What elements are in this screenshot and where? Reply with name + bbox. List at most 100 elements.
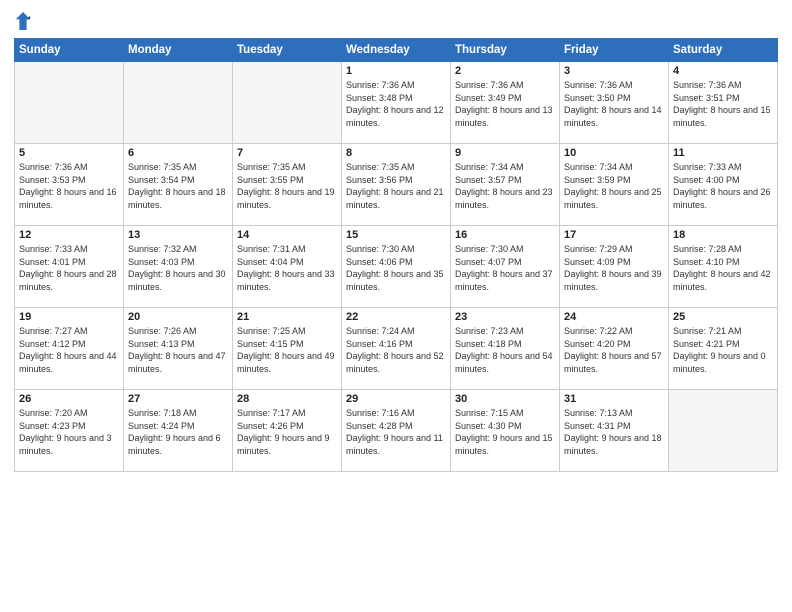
day-info: Sunrise: 7:30 AM Sunset: 4:06 PM Dayligh… <box>346 243 446 293</box>
day-info: Sunrise: 7:15 AM Sunset: 4:30 PM Dayligh… <box>455 407 555 457</box>
day-info: Sunrise: 7:28 AM Sunset: 4:10 PM Dayligh… <box>673 243 773 293</box>
day-number: 31 <box>564 393 664 405</box>
day-number: 29 <box>346 393 446 405</box>
calendar-header-row: SundayMondayTuesdayWednesdayThursdayFrid… <box>15 39 778 62</box>
calendar-day-cell: 28Sunrise: 7:17 AM Sunset: 4:26 PM Dayli… <box>233 390 342 472</box>
day-number: 20 <box>128 311 228 323</box>
day-number: 12 <box>19 229 119 241</box>
day-number: 14 <box>237 229 337 241</box>
day-number: 19 <box>19 311 119 323</box>
day-info: Sunrise: 7:34 AM Sunset: 3:59 PM Dayligh… <box>564 161 664 211</box>
calendar-header-day: Friday <box>560 39 669 62</box>
calendar-day-cell: 29 Sunrise: 7:16 AM Sunset: 4:28 PM Dayli… <box>342 390 451 472</box>
logo-icon <box>14 10 32 32</box>
calendar-header-day: Saturday <box>669 39 778 62</box>
day-number: 24 <box>564 311 664 323</box>
day-number: 2 <box>455 65 555 77</box>
day-info: Sunrise: 7:36 AM Sunset: 3:51 PM Dayligh… <box>673 79 773 129</box>
day-info: Sunrise: 7:21 AM Sunset: 4:21 PM Dayligh… <box>673 325 773 375</box>
calendar-day-cell: 6 Sunrise: 7:35 AM Sunset: 3:54 PM Daylig… <box>124 144 233 226</box>
calendar-week-row: 1 Sunrise: 7:36 AM Sunset: 3:48 PM Daylig… <box>15 62 778 144</box>
calendar-day-cell: 5Sunrise: 7:36 AM Sunset: 3:53 PM Daylig… <box>15 144 124 226</box>
calendar-day-cell: 20 Sunrise: 7:26 AM Sunset: 4:13 PM Dayli… <box>124 308 233 390</box>
day-info: Sunrise: 7:30 AM Sunset: 4:07 PM Dayligh… <box>455 243 555 293</box>
day-info: Sunrise: 7:33 AM Sunset: 4:01 PM Dayligh… <box>19 243 119 293</box>
day-number: 17 <box>564 229 664 241</box>
calendar-header-day: Monday <box>124 39 233 62</box>
page: SundayMondayTuesdayWednesdayThursdayFrid… <box>0 0 792 612</box>
calendar-day-cell: 14 Sunrise: 7:31 AM Sunset: 4:04 PM Dayli… <box>233 226 342 308</box>
calendar-day-cell: 23 Sunrise: 7:23 AM Sunset: 4:18 PM Dayli… <box>451 308 560 390</box>
calendar-week-row: 12 Sunrise: 7:33 AM Sunset: 4:01 PM Dayli… <box>15 226 778 308</box>
day-info: Sunrise: 7:16 AM Sunset: 4:28 PM Dayligh… <box>346 407 446 457</box>
calendar-day-cell: 19 Sunrise: 7:27 AM Sunset: 4:12 PM Dayli… <box>15 308 124 390</box>
calendar-day-cell: 18 Sunrise: 7:28 AM Sunset: 4:10 PM Dayli… <box>669 226 778 308</box>
header <box>14 10 778 32</box>
calendar-day-cell: 3Sunrise: 7:36 AM Sunset: 3:50 PM Daylig… <box>560 62 669 144</box>
calendar-day-cell: 2 Sunrise: 7:36 AM Sunset: 3:49 PM Daylig… <box>451 62 560 144</box>
calendar-day-cell: 9Sunrise: 7:34 AM Sunset: 3:57 PM Daylig… <box>451 144 560 226</box>
calendar-day-cell: 26 Sunrise: 7:20 AM Sunset: 4:23 PM Dayli… <box>15 390 124 472</box>
day-info: Sunrise: 7:36 AM Sunset: 3:48 PM Dayligh… <box>346 79 446 129</box>
day-info: Sunrise: 7:22 AM Sunset: 4:20 PM Dayligh… <box>564 325 664 375</box>
calendar-day-cell: 30 Sunrise: 7:15 AM Sunset: 4:30 PM Dayli… <box>451 390 560 472</box>
logo <box>14 10 34 32</box>
calendar-day-cell: 8 Sunrise: 7:35 AM Sunset: 3:56 PM Daylig… <box>342 144 451 226</box>
calendar-header-day: Tuesday <box>233 39 342 62</box>
day-number: 22 <box>346 311 446 323</box>
day-number: 18 <box>673 229 773 241</box>
calendar-table: SundayMondayTuesdayWednesdayThursdayFrid… <box>14 38 778 472</box>
calendar-header-day: Sunday <box>15 39 124 62</box>
calendar-day-cell: 17Sunrise: 7:29 AM Sunset: 4:09 PM Dayli… <box>560 226 669 308</box>
calendar-header-day: Thursday <box>451 39 560 62</box>
calendar-day-cell: 15 Sunrise: 7:30 AM Sunset: 4:06 PM Dayli… <box>342 226 451 308</box>
calendar-day-cell <box>233 62 342 144</box>
day-number: 16 <box>455 229 555 241</box>
day-number: 6 <box>128 147 228 159</box>
day-number: 13 <box>128 229 228 241</box>
day-info: Sunrise: 7:23 AM Sunset: 4:18 PM Dayligh… <box>455 325 555 375</box>
day-info: Sunrise: 7:36 AM Sunset: 3:50 PM Dayligh… <box>564 79 664 129</box>
day-number: 7 <box>237 147 337 159</box>
day-info: Sunrise: 7:36 AM Sunset: 3:49 PM Dayligh… <box>455 79 555 129</box>
calendar-day-cell: 22Sunrise: 7:24 AM Sunset: 4:16 PM Dayli… <box>342 308 451 390</box>
calendar-day-cell: 31 Sunrise: 7:13 AM Sunset: 4:31 PM Dayli… <box>560 390 669 472</box>
day-number: 23 <box>455 311 555 323</box>
calendar-day-cell: 24 Sunrise: 7:22 AM Sunset: 4:20 PM Dayli… <box>560 308 669 390</box>
day-info: Sunrise: 7:31 AM Sunset: 4:04 PM Dayligh… <box>237 243 337 293</box>
calendar-week-row: 5Sunrise: 7:36 AM Sunset: 3:53 PM Daylig… <box>15 144 778 226</box>
calendar-day-cell: 27Sunrise: 7:18 AM Sunset: 4:24 PM Dayli… <box>124 390 233 472</box>
calendar-day-cell: 1 Sunrise: 7:36 AM Sunset: 3:48 PM Daylig… <box>342 62 451 144</box>
calendar-day-cell <box>669 390 778 472</box>
day-info: Sunrise: 7:13 AM Sunset: 4:31 PM Dayligh… <box>564 407 664 457</box>
day-number: 28 <box>237 393 337 405</box>
calendar-day-cell: 7 Sunrise: 7:35 AM Sunset: 3:55 PM Daylig… <box>233 144 342 226</box>
day-number: 30 <box>455 393 555 405</box>
day-info: Sunrise: 7:26 AM Sunset: 4:13 PM Dayligh… <box>128 325 228 375</box>
day-info: Sunrise: 7:33 AM Sunset: 4:00 PM Dayligh… <box>673 161 773 211</box>
day-number: 8 <box>346 147 446 159</box>
day-number: 11 <box>673 147 773 159</box>
day-info: Sunrise: 7:25 AM Sunset: 4:15 PM Dayligh… <box>237 325 337 375</box>
calendar-day-cell: 12 Sunrise: 7:33 AM Sunset: 4:01 PM Dayli… <box>15 226 124 308</box>
calendar-day-cell: 11 Sunrise: 7:33 AM Sunset: 4:00 PM Dayli… <box>669 144 778 226</box>
day-number: 9 <box>455 147 555 159</box>
day-info: Sunrise: 7:35 AM Sunset: 3:56 PM Dayligh… <box>346 161 446 211</box>
day-number: 26 <box>19 393 119 405</box>
day-info: Sunrise: 7:20 AM Sunset: 4:23 PM Dayligh… <box>19 407 119 457</box>
calendar-day-cell: 13Sunrise: 7:32 AM Sunset: 4:03 PM Dayli… <box>124 226 233 308</box>
calendar-day-cell: 21 Sunrise: 7:25 AM Sunset: 4:15 PM Dayli… <box>233 308 342 390</box>
day-info: Sunrise: 7:36 AM Sunset: 3:53 PM Dayligh… <box>19 161 119 211</box>
day-number: 21 <box>237 311 337 323</box>
day-number: 15 <box>346 229 446 241</box>
day-number: 25 <box>673 311 773 323</box>
calendar-day-cell: 16 Sunrise: 7:30 AM Sunset: 4:07 PM Dayli… <box>451 226 560 308</box>
calendar-day-cell: 25 Sunrise: 7:21 AM Sunset: 4:21 PM Dayli… <box>669 308 778 390</box>
calendar-header-day: Wednesday <box>342 39 451 62</box>
day-info: Sunrise: 7:35 AM Sunset: 3:54 PM Dayligh… <box>128 161 228 211</box>
day-info: Sunrise: 7:18 AM Sunset: 4:24 PM Dayligh… <box>128 407 228 457</box>
calendar-week-row: 26 Sunrise: 7:20 AM Sunset: 4:23 PM Dayli… <box>15 390 778 472</box>
day-info: Sunrise: 7:35 AM Sunset: 3:55 PM Dayligh… <box>237 161 337 211</box>
day-number: 1 <box>346 65 446 77</box>
day-info: Sunrise: 7:27 AM Sunset: 4:12 PM Dayligh… <box>19 325 119 375</box>
